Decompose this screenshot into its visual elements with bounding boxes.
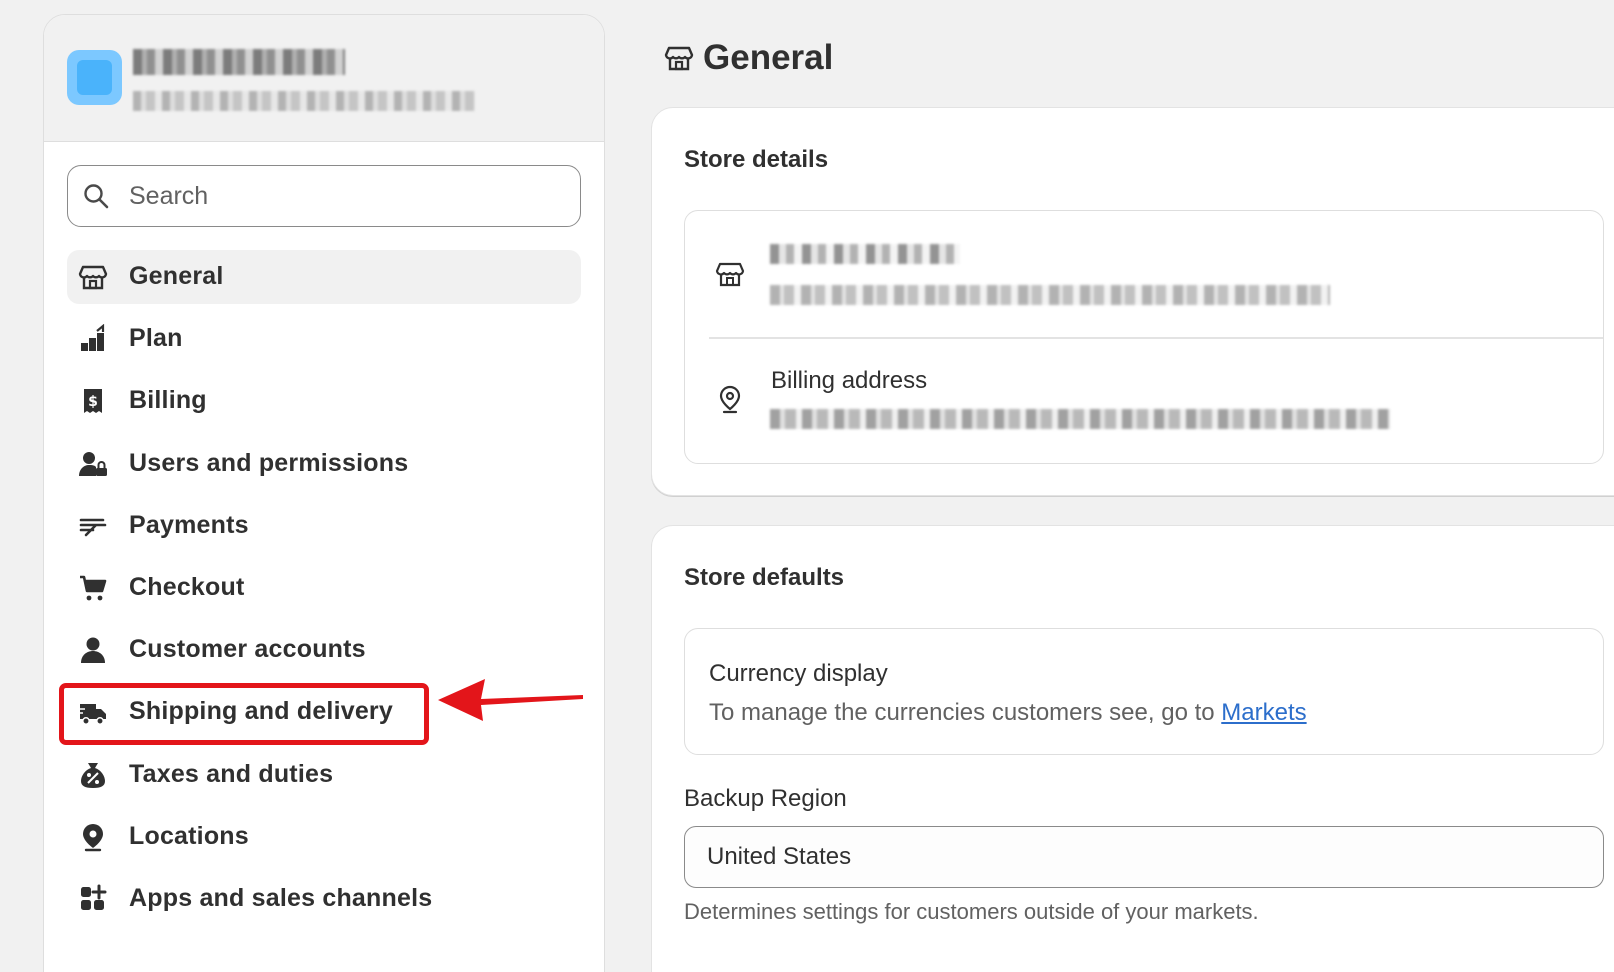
- store-contact-redacted: [770, 285, 1330, 305]
- person-icon: [81, 637, 105, 664]
- location-pin-icon: [719, 385, 741, 414]
- annotation-highlight-box: [59, 683, 429, 745]
- sidebar-item-label: Payments: [129, 510, 249, 539]
- store-icon: [78, 265, 108, 290]
- store-details-card: Store details Billing address: [651, 107, 1614, 496]
- sidebar-item-checkout[interactable]: Checkout: [67, 561, 581, 615]
- settings-search[interactable]: [67, 165, 581, 227]
- billing-address-label: Billing address: [771, 367, 928, 394]
- sidebar-item-label: Apps and sales channels: [129, 883, 433, 912]
- backup-region-select[interactable]: United States: [684, 826, 1604, 888]
- sidebar-item-users[interactable]: Users and permissions: [67, 437, 581, 491]
- currency-display-text: To manage the currencies customers see, …: [709, 699, 1307, 727]
- sidebar-item-label: Checkout: [129, 572, 245, 601]
- sidebar-item-label: Billing: [129, 386, 207, 415]
- cart-icon: [80, 575, 107, 601]
- currency-display-title: Currency display: [709, 660, 888, 687]
- markets-link[interactable]: Markets: [1221, 699, 1306, 726]
- svg-text:$: $: [88, 394, 98, 410]
- store-icon: [664, 46, 694, 71]
- store-defaults-card: Store defaults Currency display To manag…: [651, 525, 1614, 972]
- store-avatar: [67, 50, 122, 105]
- card-title: Store defaults: [684, 564, 845, 591]
- backup-region-help-text: Determines settings for customers outsid…: [684, 899, 1259, 924]
- currency-text: To manage the currencies customers see, …: [709, 699, 1222, 726]
- billing-address-redacted: [770, 409, 1390, 429]
- sidebar-item-payments[interactable]: Payments: [67, 499, 581, 553]
- sidebar-item-label: Locations: [129, 821, 249, 850]
- users-icon: [79, 451, 107, 476]
- sidebar-item-label: Users and permissions: [129, 448, 409, 477]
- billing-icon: $: [84, 389, 102, 414]
- sidebar-item-general[interactable]: General: [67, 250, 581, 304]
- currency-display-box: Currency display To manage the currencie…: [684, 628, 1604, 755]
- annotation-arrow-icon: [438, 679, 583, 721]
- page-title: General: [664, 38, 833, 78]
- store-switcher[interactable]: [44, 15, 604, 142]
- sidebar-item-label: General: [129, 262, 224, 290]
- settings-page: General Plan $ Billing: [0, 0, 1614, 972]
- sidebar-item-customer-accounts[interactable]: Customer accounts: [67, 623, 581, 677]
- search-input[interactable]: [129, 176, 559, 216]
- sidebar-item-billing[interactable]: $ Billing: [67, 374, 581, 428]
- divider: [709, 337, 1603, 339]
- tax-icon: [81, 762, 105, 788]
- sidebar-item-label: Plan: [129, 324, 183, 353]
- store-url-redacted: [133, 91, 475, 111]
- sidebar-item-taxes[interactable]: Taxes and duties: [67, 748, 581, 802]
- store-name-redacted: [770, 244, 960, 264]
- settings-nav: General Plan $ Billing Users and permiss…: [67, 250, 581, 934]
- plan-icon: [81, 324, 105, 352]
- page-title-text: General: [703, 38, 834, 77]
- card-title: Store details: [684, 146, 829, 173]
- apps-icon: [81, 884, 107, 910]
- sidebar-item-label: Customer accounts: [129, 635, 366, 664]
- search-icon: [84, 184, 109, 209]
- location-icon: [83, 823, 103, 851]
- store-details-box[interactable]: Billing address: [684, 210, 1604, 464]
- backup-region-label: Backup Region: [684, 785, 847, 812]
- sidebar-item-plan[interactable]: Plan: [67, 312, 581, 366]
- settings-sidebar: General Plan $ Billing: [43, 14, 605, 972]
- payments-icon: [79, 518, 107, 537]
- sidebar-item-apps[interactable]: Apps and sales channels: [67, 872, 581, 926]
- store-icon: [715, 262, 745, 287]
- backup-region-value: United States: [707, 843, 852, 870]
- store-name-redacted: [133, 49, 345, 75]
- sidebar-item-label: Taxes and duties: [129, 759, 334, 788]
- sidebar-item-locations[interactable]: Locations: [67, 810, 581, 864]
